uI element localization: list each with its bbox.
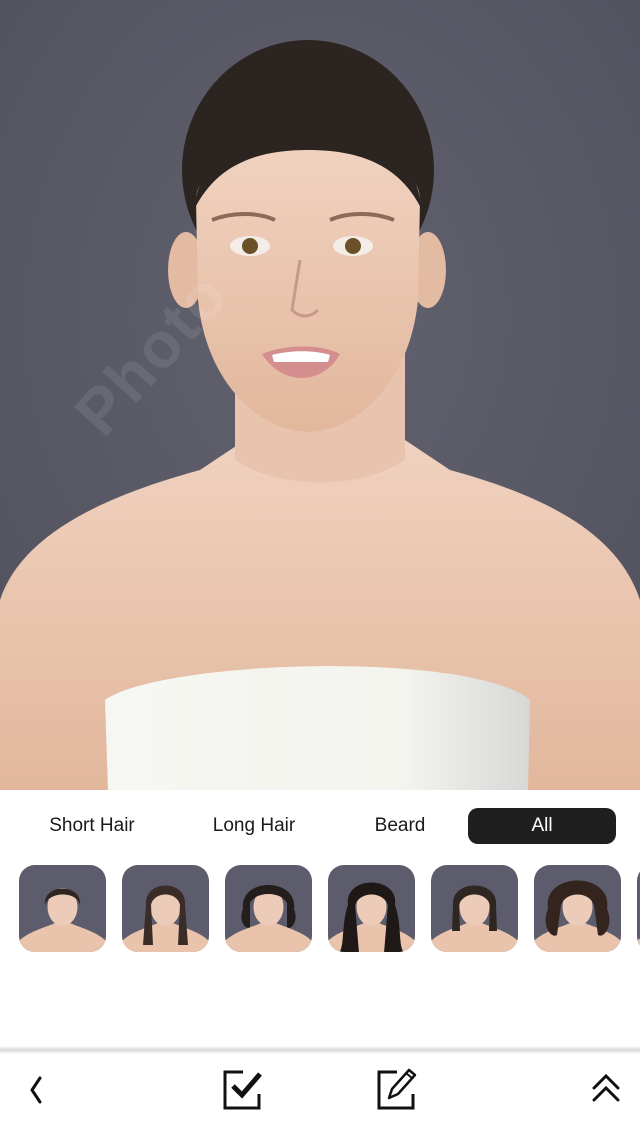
thumb-shoulders — [225, 923, 312, 952]
toolbar-divider — [0, 1046, 640, 1054]
tab-long-hair[interactable]: Long Hair — [194, 808, 314, 844]
hairstyle-preview-curly-volume — [534, 880, 621, 952]
dress — [105, 666, 530, 790]
thumb-shoulders — [19, 923, 106, 952]
edit-button[interactable] — [372, 1062, 420, 1110]
hairstyle-thumb-3[interactable] — [225, 865, 312, 952]
confirm-button[interactable] — [218, 1062, 266, 1110]
hairstyle-category-tabs: Short Hair Long Hair Beard All — [0, 790, 640, 862]
chevron-left-icon — [30, 1076, 42, 1104]
hairstyle-thumb-1[interactable] — [19, 865, 106, 952]
hairstyle-thumb-5[interactable] — [431, 865, 518, 952]
bottom-toolbar — [0, 1056, 640, 1116]
tab-all[interactable]: All — [468, 808, 616, 844]
tab-short-hair[interactable]: Short Hair — [30, 808, 154, 844]
double-chevron-up-icon — [592, 1073, 620, 1102]
hairstyle-preview-long-wavy — [328, 882, 415, 952]
tab-beard[interactable]: Beard — [350, 808, 450, 844]
thumb-shoulders — [328, 923, 415, 952]
edit-pencil-icon — [377, 1068, 417, 1110]
hairstyle-preview-long-straight — [122, 885, 209, 952]
hairstyle-preview-short-wavy-bob — [225, 885, 312, 952]
back-button[interactable] — [10, 1062, 58, 1110]
hairstyle-preview-slicked-back — [19, 888, 106, 952]
portrait-photo: Photo — [0, 0, 640, 790]
hairstyle-preview-straight-bob — [431, 885, 518, 952]
hairstyle-thumbnails — [0, 865, 640, 953]
hairstyle-thumb-4[interactable] — [328, 865, 415, 952]
hairstyle-thumb-6[interactable] — [534, 865, 621, 952]
thumb-shoulders — [122, 923, 209, 952]
hairstyle-thumb-2[interactable] — [122, 865, 209, 952]
checkbox-check-icon — [223, 1070, 262, 1110]
thumb-shoulders — [431, 923, 518, 952]
expand-button[interactable] — [582, 1062, 630, 1110]
